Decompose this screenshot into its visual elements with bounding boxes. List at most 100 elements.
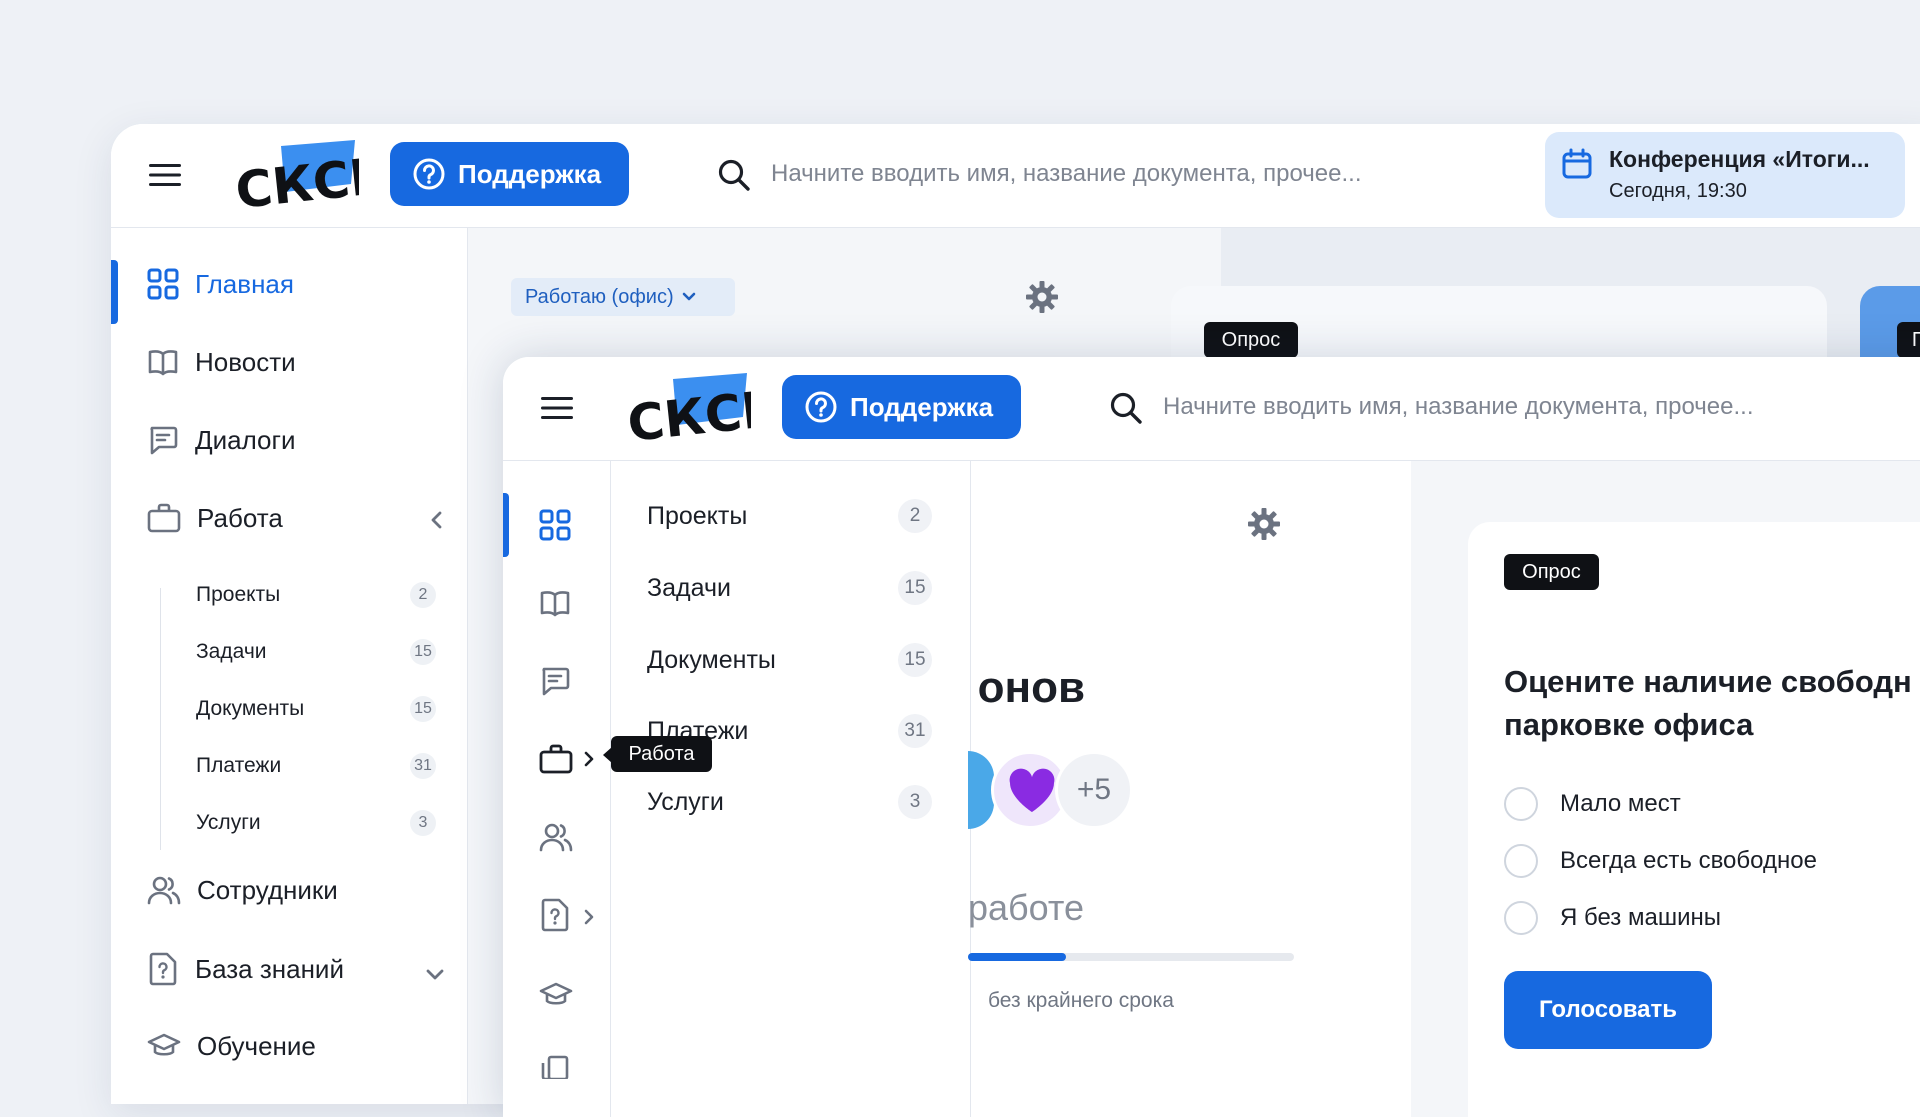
submenu-item-projects[interactable]: Проекты 2 xyxy=(196,582,436,608)
header: СКСР Поддержка Начните вводить имя, назв… xyxy=(111,124,1920,228)
submenu-item-documents[interactable]: Документы 15 xyxy=(196,696,436,722)
submenu-label: Проекты xyxy=(196,583,281,606)
chat-icon xyxy=(147,424,179,456)
users-icon[interactable] xyxy=(539,821,573,853)
progress-fill xyxy=(968,953,1066,961)
submenu-label: Документы xyxy=(196,697,305,720)
sidebar-item-dialogs[interactable]: Диалоги xyxy=(147,424,296,456)
radio-button[interactable] xyxy=(1504,844,1538,878)
vote-button[interactable]: Голосовать xyxy=(1504,971,1712,1049)
gear-icon[interactable] xyxy=(1025,280,1059,314)
header: СКСР Поддержка Начните вводить имя, назв… xyxy=(503,357,1920,461)
sidebar-item-label: Работа xyxy=(197,502,283,533)
menu-icon[interactable] xyxy=(149,162,181,188)
radio-button[interactable] xyxy=(1504,787,1538,821)
sidebar-collapsed xyxy=(503,461,611,1117)
question-circle-icon xyxy=(804,390,838,424)
poll-option[interactable]: Всегда есть свободное xyxy=(1504,844,1817,878)
briefcase-icon[interactable] xyxy=(539,743,573,775)
submenu-divider xyxy=(160,588,161,850)
count-badge: 15 xyxy=(410,696,436,722)
users-icon xyxy=(147,874,181,906)
front-window: СКСР Поддержка Начните вводить имя, назв… xyxy=(503,357,1920,1117)
submenu-item-services[interactable]: Услуги 3 xyxy=(196,810,436,836)
submenu-item-services[interactable]: Услуги 3 xyxy=(647,785,932,819)
support-label: Поддержка xyxy=(458,158,602,189)
submenu-item-projects[interactable]: Проекты 2 xyxy=(647,499,932,533)
submenu-item-tasks[interactable]: Задачи 15 xyxy=(647,571,932,605)
submenu-label: Документы xyxy=(647,645,776,674)
gear-icon[interactable] xyxy=(1247,507,1281,541)
support-button[interactable]: Поддержка xyxy=(782,375,1021,439)
search-input[interactable]: Начните вводить имя, название документа,… xyxy=(1163,393,1823,421)
count-badge: 15 xyxy=(410,639,436,665)
sidebar-item-work[interactable]: Работа xyxy=(147,502,447,534)
support-label: Поддержка xyxy=(850,391,994,422)
search-input[interactable]: Начните вводить имя, название документа,… xyxy=(771,160,1431,188)
count-badge: 15 xyxy=(898,571,932,605)
sidebar-item-label: Обучение xyxy=(197,1030,316,1061)
poll-tag: Опрос xyxy=(1504,554,1599,590)
menu-icon[interactable] xyxy=(541,395,573,421)
count-badge: 2 xyxy=(898,499,932,533)
heart-icon xyxy=(1008,768,1056,814)
status-label: Работаю (офис) xyxy=(525,285,674,308)
question-circle-icon xyxy=(412,157,446,191)
sidebar-item-label: Главная xyxy=(195,268,294,299)
doc-question-icon xyxy=(147,952,179,986)
sidebar-item-home[interactable]: Главная xyxy=(147,268,294,300)
chevron-right-icon xyxy=(583,909,595,925)
poll-option-label: Всегда есть свободное xyxy=(1560,847,1817,874)
chevron-left-icon[interactable] xyxy=(429,510,445,530)
book-icon xyxy=(147,346,179,378)
sidebar-item-employees[interactable]: Сотрудники xyxy=(147,874,338,906)
event-title: Конференция «Итоги... xyxy=(1609,146,1870,172)
search-icon[interactable] xyxy=(1109,391,1143,425)
grid-icon[interactable] xyxy=(539,509,571,541)
logo[interactable]: СКСР xyxy=(233,140,359,210)
book-icon[interactable] xyxy=(539,587,571,619)
chevron-down-icon[interactable] xyxy=(425,968,445,982)
radio-button[interactable] xyxy=(1504,901,1538,935)
chevron-right-icon xyxy=(583,751,595,767)
files-icon[interactable] xyxy=(539,1055,573,1079)
sidebar-item-news[interactable]: Новости xyxy=(147,346,296,378)
count-badge: 3 xyxy=(898,785,932,819)
support-button[interactable]: Поддержка xyxy=(390,142,629,206)
count-badge: 15 xyxy=(898,643,932,677)
count-badge: 31 xyxy=(898,714,932,748)
event-time: Сегодня, 19:30 xyxy=(1609,180,1747,202)
tooltip: Работа xyxy=(611,736,712,772)
graduation-cap-icon[interactable] xyxy=(539,979,573,1011)
svg-text:СКСР: СКСР xyxy=(625,379,751,443)
sidebar-item-knowledge-base[interactable]: База знаний xyxy=(147,952,344,986)
deadline-text: без крайнего срока xyxy=(988,989,1174,1012)
cut-tag: П xyxy=(1897,322,1920,358)
more-avatars-count[interactable]: +5 xyxy=(1055,751,1133,829)
sidebar-item-learning[interactable]: Обучение xyxy=(147,1030,316,1062)
submenu-label: Услуги xyxy=(196,811,261,834)
event-card[interactable]: Конференция «Итоги... Сегодня, 19:30 xyxy=(1545,132,1905,218)
sidebar-item-label: Сотрудники xyxy=(197,874,338,905)
poll-tag: Опрос xyxy=(1204,322,1298,358)
submenu-label: Платежи xyxy=(196,754,282,777)
poll-option[interactable]: Мало мест xyxy=(1504,787,1681,821)
svg-text:СКСР: СКСР xyxy=(233,146,359,210)
submenu-item-payments[interactable]: Платежи 31 xyxy=(196,753,436,779)
search-icon[interactable] xyxy=(717,158,751,192)
submenu-item-tasks[interactable]: Задачи 15 xyxy=(196,639,436,665)
active-indicator xyxy=(111,260,118,324)
chevron-down-icon xyxy=(682,292,696,302)
chat-icon[interactable] xyxy=(539,665,571,697)
poll-option-label: Мало мест xyxy=(1560,790,1681,817)
poll-option[interactable]: Я без машины xyxy=(1504,901,1721,935)
logo[interactable]: СКСР xyxy=(625,373,751,443)
briefcase-icon xyxy=(147,502,181,534)
submenu-item-documents[interactable]: Документы 15 xyxy=(647,643,932,677)
doc-question-icon[interactable] xyxy=(539,898,571,932)
poll-option-label: Я без машины xyxy=(1560,904,1721,931)
status-dropdown[interactable]: Работаю (офис) xyxy=(511,278,735,316)
calendar-icon xyxy=(1561,148,1593,180)
sidebar: Главная Новости Диалоги Работа Проекты 2… xyxy=(111,228,468,1104)
grid-icon xyxy=(147,268,179,300)
